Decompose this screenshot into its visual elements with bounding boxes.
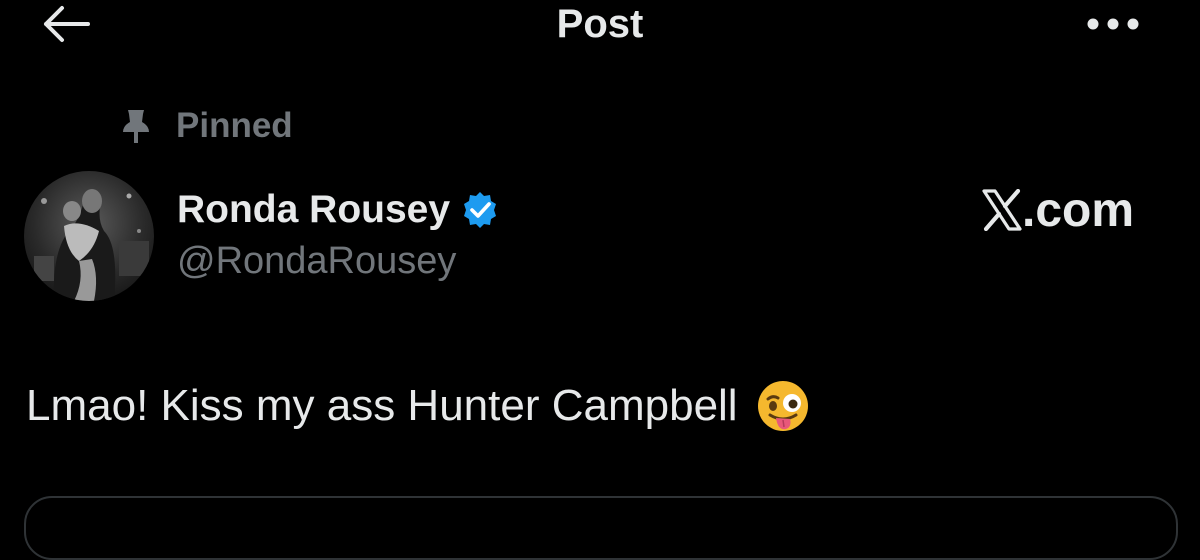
top-bar: Post xyxy=(0,0,1200,60)
media-card-top-edge[interactable] xyxy=(24,496,1178,560)
winking-face-with-tongue-icon xyxy=(757,381,808,431)
more-options-button[interactable] xyxy=(1080,4,1146,44)
pinned-label: Pinned xyxy=(176,106,293,145)
post-text: Lmao! Kiss my ass Hunter Campbell xyxy=(26,381,738,430)
author-display-name[interactable]: Ronda Rousey xyxy=(177,188,450,232)
avatar-photo xyxy=(24,171,154,301)
author-name-row: Ronda Rousey xyxy=(177,186,500,234)
author-handle[interactable]: @RondaRousey xyxy=(177,240,456,283)
x-com-watermark: .com xyxy=(982,183,1135,237)
pin-icon xyxy=(118,106,154,146)
verified-badge-icon xyxy=(460,190,500,230)
x-logo-icon xyxy=(982,189,1022,231)
x-com-text: .com xyxy=(1022,183,1135,237)
avatar[interactable] xyxy=(24,171,154,301)
more-horizontal-icon xyxy=(1087,18,1139,30)
pinned-indicator: Pinned xyxy=(118,104,293,148)
post-body: Lmao! Kiss my ass Hunter Campbell xyxy=(26,378,810,434)
page-title: Post xyxy=(556,2,644,46)
